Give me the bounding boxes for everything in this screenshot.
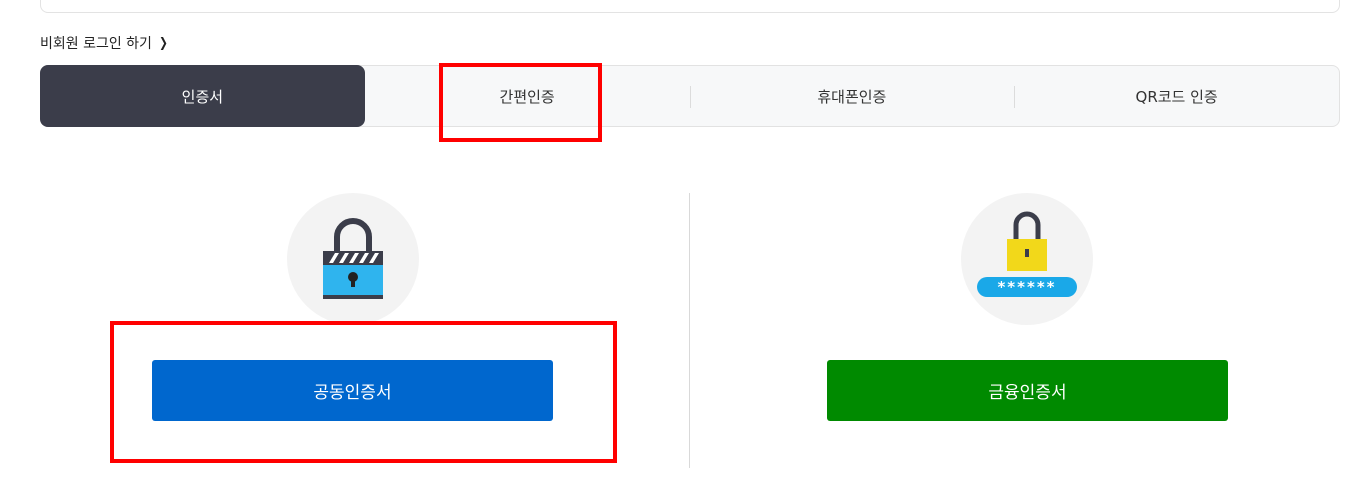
- tab-label: 휴대폰인증: [817, 87, 887, 106]
- password-mask-text: ******: [997, 278, 1057, 296]
- guest-login-label: 비회원 로그인 하기: [40, 36, 152, 52]
- financial-certificate-button[interactable]: 금융인증서: [827, 360, 1228, 421]
- tab-divider: [689, 86, 691, 108]
- padlock-icon: [323, 218, 383, 299]
- auth-method-tabs: 인증서 간편인증 휴대폰인증 QR코드 인증: [40, 65, 1340, 127]
- tab-simple-auth[interactable]: 간편인증: [365, 66, 690, 126]
- tab-certificate[interactable]: 인증서: [40, 65, 365, 127]
- top-input-card: [40, 0, 1340, 13]
- financial-cert-icon-circle: ******: [961, 193, 1093, 325]
- tab-label: QR코드 인증: [1135, 87, 1218, 106]
- tab-divider: [1014, 86, 1016, 108]
- tab-phone-auth[interactable]: 휴대폰인증: [689, 66, 1015, 126]
- joint-cert-icon-circle: [287, 193, 419, 325]
- financial-certificate-label: 금융인증서: [988, 383, 1067, 403]
- tab-qr-auth[interactable]: QR코드 인증: [1014, 66, 1339, 126]
- tab-label: 인증서: [181, 87, 224, 106]
- guest-login-link[interactable]: 비회원 로그인 하기 ❯: [40, 33, 169, 53]
- vertical-divider: [689, 193, 690, 468]
- chevron-right-icon: ❯: [159, 35, 168, 51]
- tab-label: 간편인증: [499, 87, 555, 106]
- joint-certificate-button[interactable]: 공동인증서: [152, 360, 553, 421]
- padlock-password-icon: [977, 211, 1077, 297]
- joint-certificate-label: 공동인증서: [313, 383, 392, 403]
